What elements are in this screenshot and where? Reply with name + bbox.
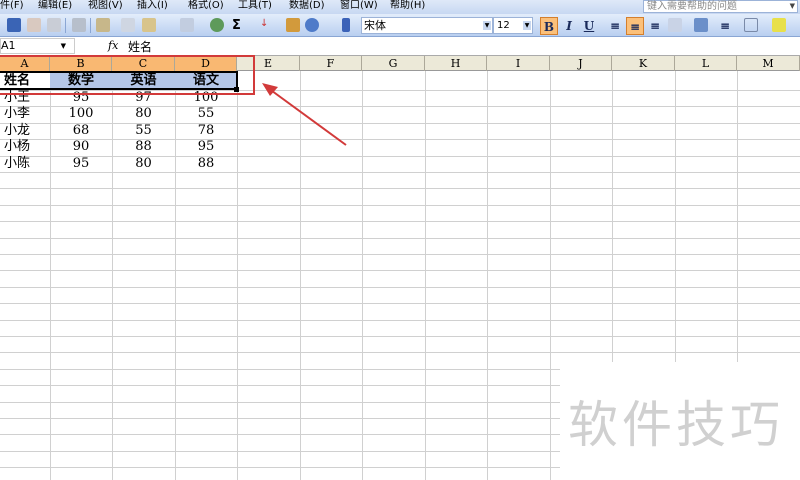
- watermark: 软件技巧: [568, 396, 784, 454]
